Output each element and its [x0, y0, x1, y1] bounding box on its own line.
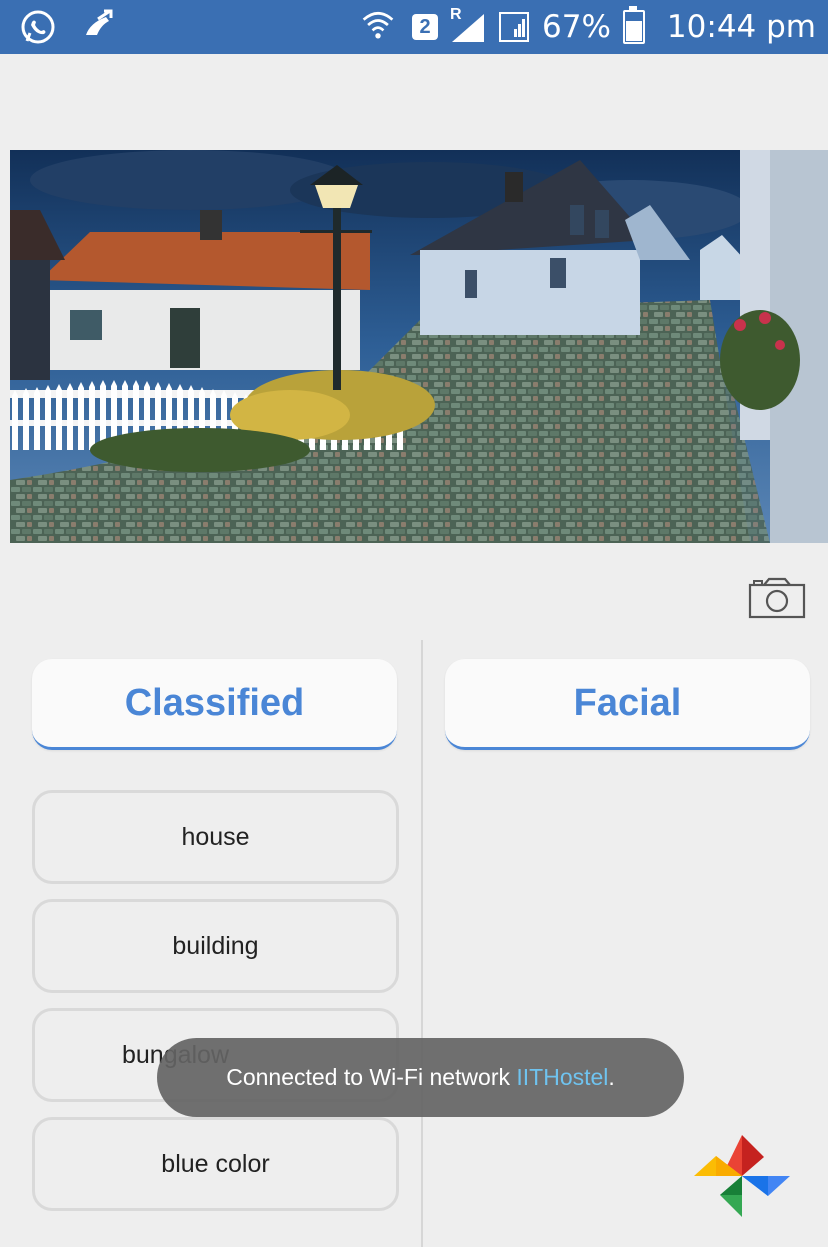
signal-icon: [498, 11, 530, 43]
fence-picket: [56, 384, 62, 450]
fence-picket: [78, 382, 84, 450]
fence-picket: [45, 385, 51, 450]
roaming-label: R: [450, 6, 462, 23]
whatsapp-icon: [18, 7, 58, 47]
wifi-toast: Connected to Wi-Fi network IITHostel.: [157, 1038, 684, 1117]
screen: 2 R 67% 10:44 pm Classified Facial house…: [0, 0, 828, 1247]
facial-label: Facial: [573, 681, 682, 724]
wifi-icon: [360, 7, 400, 47]
result-label: blue color: [161, 1149, 270, 1178]
fence-picket: [67, 383, 73, 450]
house-street-photo: [10, 150, 828, 543]
facial-button[interactable]: Facial: [445, 659, 810, 750]
classified-button[interactable]: Classified: [32, 659, 397, 750]
classified-label: Classified: [124, 681, 305, 724]
result-label: house: [181, 822, 250, 851]
fence-picket: [23, 388, 29, 450]
fence-picket: [12, 390, 18, 450]
result-item-building[interactable]: building: [32, 899, 399, 993]
battery-icon: [622, 6, 645, 44]
result-label: building: [172, 931, 259, 960]
column-divider: [421, 640, 423, 1247]
camera-button[interactable]: [748, 577, 806, 619]
signal-roaming-icon: R: [450, 6, 486, 44]
result-item-blue-color[interactable]: blue color: [32, 1117, 399, 1211]
toast-prefix: Connected to Wi-Fi network: [226, 1064, 517, 1090]
camera-icon: [748, 577, 806, 619]
sim-badge: 2: [412, 14, 439, 40]
toast-suffix: .: [608, 1064, 615, 1090]
result-item-house[interactable]: house: [32, 790, 399, 884]
fence-picket: [34, 387, 40, 450]
toast-network-name: IITHostel: [516, 1064, 609, 1090]
battery-percent: 67%: [542, 9, 611, 45]
clock: 10:44 pm: [666, 9, 816, 45]
fence-picket: [89, 381, 95, 450]
google-photos-icon[interactable]: [692, 1133, 792, 1219]
status-bar: 2 R 67% 10:44 pm: [0, 0, 828, 54]
missed-call-icon: [78, 7, 118, 47]
